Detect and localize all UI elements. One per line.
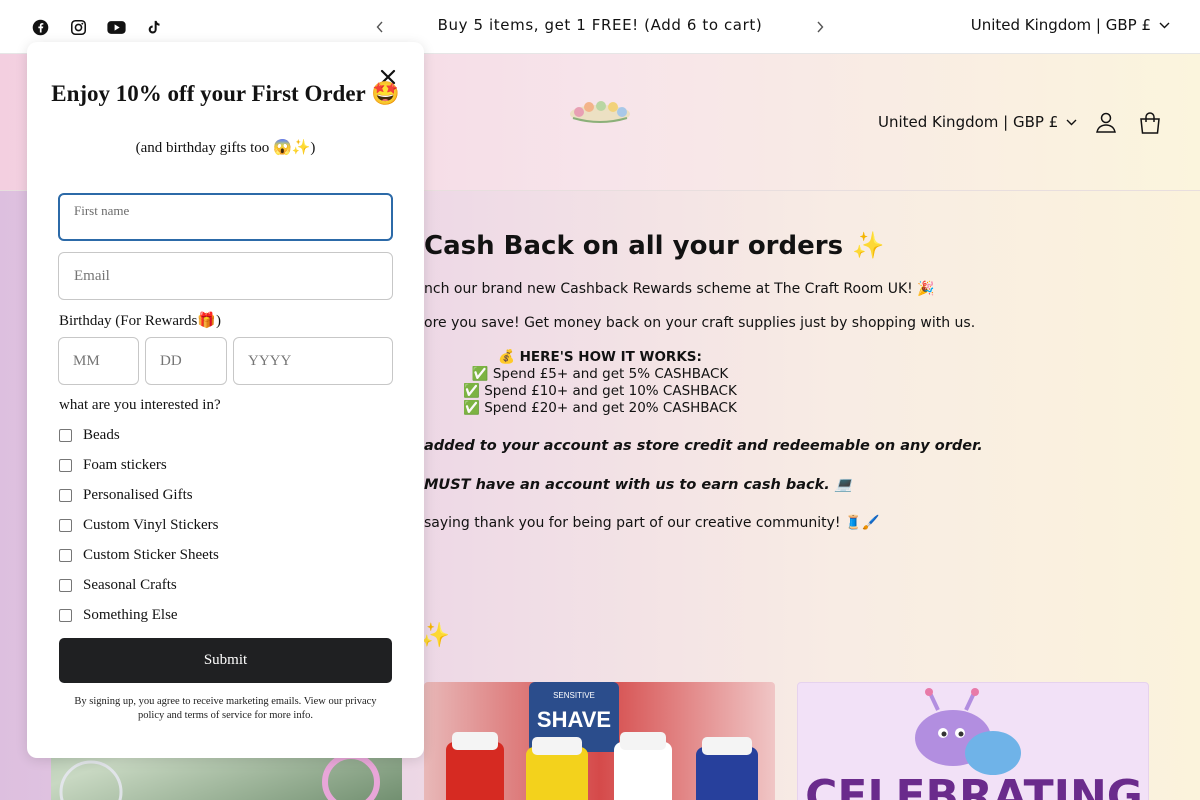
birthday-year-field[interactable] — [233, 337, 393, 385]
svg-text:SENSITIVE: SENSITIVE — [553, 691, 595, 700]
cashback-title: Cash Back on all your orders ✨ — [424, 231, 885, 261]
birthday-month-field[interactable] — [58, 337, 139, 385]
country-selector-header[interactable]: United Kingdom | GBP £ — [878, 113, 1077, 131]
tier-item: ✅ Spend £10+ and get 10% CASHBACK — [463, 383, 737, 399]
signup-popup: Enjoy 10% off your First Order 🤩 (and bi… — [27, 42, 424, 758]
how-heading: 💰 HERE'S HOW IT WORKS: — [498, 349, 702, 365]
announcement-next-button[interactable] — [810, 17, 830, 37]
cashback-savings-text: ore you save! Get money back on your cra… — [424, 315, 976, 331]
instagram-icon[interactable] — [68, 17, 88, 37]
announcement-text: Buy 5 items, get 1 FREE! (Add 6 to cart) — [437, 16, 763, 34]
option-label: Foam stickers — [83, 457, 167, 473]
product-card-paints[interactable]: SHAVE SENSITIVE — [424, 682, 775, 800]
store-logo[interactable] — [565, 94, 635, 130]
account-icon[interactable] — [1094, 110, 1118, 134]
submit-button[interactable]: Submit — [59, 638, 392, 683]
interests-label: what are you interested in? — [59, 397, 221, 413]
cashback-credit-note: added to your account as store credit an… — [424, 438, 983, 454]
celebrating-text: CELEBRATING — [805, 771, 1143, 800]
interest-option-beads[interactable]: Beads — [59, 427, 120, 444]
cashback-intro: nch our brand new Cashback Rewards schem… — [424, 281, 935, 297]
chevron-down-icon — [1066, 119, 1077, 125]
checkbox[interactable] — [59, 609, 72, 622]
option-label: Something Else — [83, 607, 178, 623]
cashback-thanks: saying thank you for being part of our c… — [424, 515, 880, 531]
option-label: Personalised Gifts — [83, 487, 193, 503]
option-label: Beads — [83, 427, 120, 443]
cart-icon[interactable] — [1137, 110, 1163, 136]
option-label: Custom Vinyl Stickers — [83, 517, 219, 533]
announcement-prev-button[interactable] — [370, 17, 390, 37]
social-links — [30, 17, 164, 37]
checkbox[interactable] — [59, 519, 72, 532]
tier-item: ✅ Spend £20+ and get 20% CASHBACK — [463, 400, 737, 416]
chevron-down-icon — [1159, 22, 1170, 28]
youtube-icon[interactable] — [106, 17, 126, 37]
checkbox[interactable] — [59, 429, 72, 442]
section-sparkle: ✨ — [420, 622, 450, 649]
interest-option-custom-sticker-sheets[interactable]: Custom Sticker Sheets — [59, 547, 219, 564]
interest-option-something-else[interactable]: Something Else — [59, 607, 178, 624]
interest-option-foam-stickers[interactable]: Foam stickers — [59, 457, 167, 474]
first-name-label: First name — [74, 203, 130, 218]
country-selector-label: United Kingdom | GBP £ — [878, 113, 1059, 131]
celebrating-card[interactable]: CELEBRATING — [797, 682, 1149, 800]
checkbox[interactable] — [59, 489, 72, 502]
cashback-account-note: MUST have an account with us to earn cas… — [424, 477, 853, 493]
tier-item: ✅ Spend £5+ and get 5% CASHBACK — [471, 366, 729, 382]
interest-option-personalised-gifts[interactable]: Personalised Gifts — [59, 487, 193, 504]
cashback-how-it-works: 💰 HERE'S HOW IT WORKS: ✅ Spend £5+ and g… — [400, 349, 800, 417]
checkbox[interactable] — [59, 579, 72, 592]
legal-disclaimer: By signing up, you agree to receive mark… — [74, 696, 377, 721]
email-field[interactable] — [58, 252, 393, 300]
option-label: Seasonal Crafts — [83, 577, 177, 593]
svg-text:SHAVE: SHAVE — [537, 707, 611, 732]
option-label: Custom Sticker Sheets — [83, 547, 219, 563]
birthday-label: Birthday (For Rewards🎁) — [59, 313, 221, 329]
checkbox[interactable] — [59, 459, 72, 472]
country-selector-top[interactable]: United Kingdom | GBP £ — [971, 16, 1170, 34]
tiktok-icon[interactable] — [144, 17, 164, 37]
interest-option-custom-vinyl-stickers[interactable]: Custom Vinyl Stickers — [59, 517, 219, 534]
country-selector-label: United Kingdom | GBP £ — [970, 16, 1151, 34]
popup-title: Enjoy 10% off your First Order 🤩 — [51, 81, 400, 106]
facebook-icon[interactable] — [30, 17, 50, 37]
birthday-day-field[interactable] — [145, 337, 227, 385]
interest-option-seasonal-crafts[interactable]: Seasonal Crafts — [59, 577, 177, 594]
popup-subtitle: (and birthday gifts too 😱✨) — [135, 140, 316, 156]
checkbox[interactable] — [59, 549, 72, 562]
